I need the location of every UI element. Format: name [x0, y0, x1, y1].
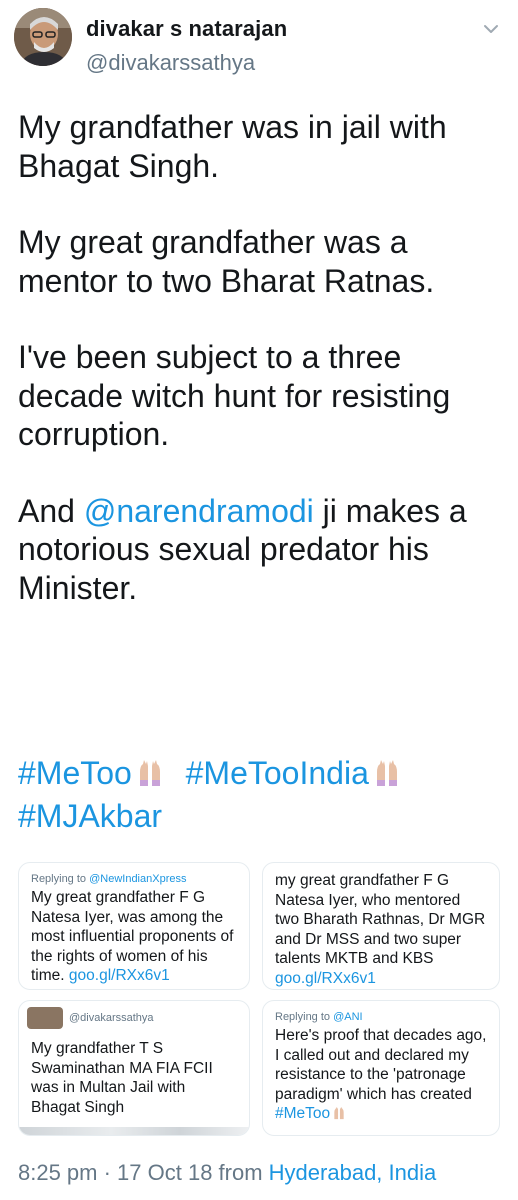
hashtag-link[interactable]: #MJAkbar: [18, 798, 162, 834]
tweet-paragraph: I've been subject to a three decade witc…: [18, 339, 451, 452]
replying-to-link[interactable]: @NewIndianXpress: [89, 873, 186, 885]
card-header: @divakarssathya: [27, 1007, 237, 1029]
mention-link[interactable]: @narendramodi: [84, 493, 314, 529]
location-link[interactable]: Hyderabad, India: [269, 1160, 437, 1185]
timestamp[interactable]: 8:25 pm · 17 Oct 18 from: [18, 1160, 269, 1185]
tweet-metadata: 8:25 pm · 17 Oct 18 from Hyderabad, Indi…: [18, 1160, 436, 1186]
tweet-paragraph: And @narendramodi ji makes a notorious s…: [18, 492, 508, 608]
raised-hands-icon: [373, 756, 401, 786]
raised-hands-icon: [136, 756, 164, 786]
tweet-paragraph: My great grandfather was a mentor to two…: [18, 224, 435, 299]
card-handle[interactable]: @divakarssathya: [69, 1012, 154, 1024]
tweet-paragraph: My grandfather was in jail with Bhagat S…: [18, 109, 447, 184]
display-name[interactable]: divakar s natarajan: [86, 16, 287, 42]
card-text: Here's proof that decades ago, I called …: [275, 1026, 487, 1124]
hashtag-link[interactable]: #MeTooIndia: [186, 755, 369, 791]
avatar[interactable]: [14, 8, 72, 66]
embedded-tweet-card[interactable]: Replying to @NewIndianXpress My great gr…: [18, 862, 250, 990]
card-text: my great grandfather F G Natesa Iyer, wh…: [275, 871, 487, 988]
card-link[interactable]: goo.gl/RXx6v1: [69, 967, 170, 984]
raised-hands-icon: [332, 1106, 346, 1120]
card-text: My grandfather T S Swaminathan MA FIA FC…: [31, 1040, 213, 1116]
replying-prefix: Replying to: [275, 1011, 334, 1023]
replying-to-label: Replying to @ANI: [275, 1011, 487, 1023]
avatar: [27, 1007, 63, 1029]
card-text-content: my great grandfather F G Natesa Iyer, wh…: [275, 872, 486, 967]
embedded-tweet-card[interactable]: Replying to @ANI Here's proof that decad…: [262, 1000, 500, 1136]
tweet-text: My grandfather was in jail with Bhagat S…: [18, 108, 508, 607]
replying-prefix: Replying to: [31, 873, 90, 885]
media-preview-strip: [19, 1127, 249, 1135]
hashtag-link[interactable]: #MeToo: [275, 1105, 330, 1122]
card-text: My great grandfather F G Natesa Iyer, wa…: [31, 888, 237, 986]
card-text-content: Here's proof that decades ago, I called …: [275, 1027, 487, 1103]
user-handle[interactable]: @divakarssathya: [86, 50, 255, 76]
embedded-tweet-card[interactable]: my great grandfather F G Natesa Iyer, wh…: [262, 862, 500, 990]
chevron-down-icon[interactable]: [482, 20, 500, 38]
hashtag-line: #MeToo #MeTooIndia #MJAkbar: [18, 752, 508, 838]
embedded-tweet-card[interactable]: @divakarssathya My grandfather T S Swami…: [18, 1000, 250, 1136]
replying-to-link[interactable]: @ANI: [333, 1011, 363, 1023]
hashtag-link[interactable]: #MeToo: [18, 755, 132, 791]
card-link[interactable]: goo.gl/RXx6v1: [275, 970, 376, 987]
tweet-text-fragment: And: [18, 492, 84, 529]
replying-to-label: Replying to @NewIndianXpress: [31, 873, 237, 885]
